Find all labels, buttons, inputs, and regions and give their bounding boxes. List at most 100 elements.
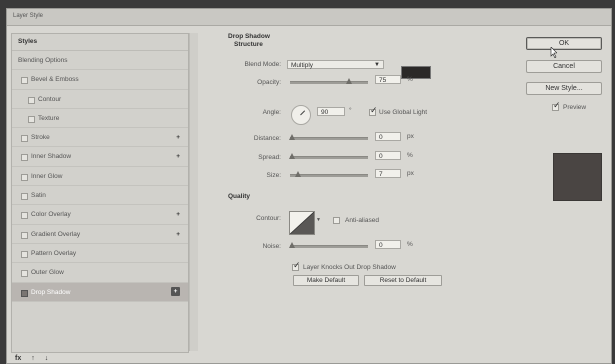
size-input[interactable]: 7 xyxy=(375,169,401,178)
knockout-label: Layer Knocks Out Drop Shadow xyxy=(303,264,396,271)
preview-label: Preview xyxy=(563,104,587,111)
anti-aliased-checkbox[interactable] xyxy=(333,217,340,224)
style-preview-thumbnail xyxy=(553,153,602,201)
distance-slider[interactable] xyxy=(289,134,368,140)
cancel-button[interactable]: Cancel xyxy=(526,60,602,73)
style-item-label: Inner Shadow xyxy=(31,153,72,161)
opacity-input[interactable]: 75 xyxy=(375,75,401,84)
move-down-icon[interactable]: ↓ xyxy=(45,355,49,363)
distance-input[interactable]: 0 xyxy=(375,132,401,141)
style-checkbox[interactable] xyxy=(21,135,28,143)
angle-input[interactable]: 90 xyxy=(317,107,345,116)
spread-label: Spread: xyxy=(258,154,281,161)
size-label: Size: xyxy=(266,172,281,179)
add-instance-icon[interactable]: + xyxy=(176,205,180,224)
section-title-drop-shadow: Drop Shadow xyxy=(228,33,270,40)
blend-mode-label: Blend Mode: xyxy=(244,61,282,68)
add-instance-icon[interactable]: + xyxy=(176,128,180,147)
style-item-label: Color Overlay xyxy=(31,211,71,219)
distance-label: Distance: xyxy=(253,135,281,142)
spread-slider[interactable] xyxy=(289,153,368,159)
style-item-outer-glow[interactable]: Outer Glow xyxy=(12,263,188,283)
opacity-unit: % xyxy=(407,76,413,83)
distance-unit: px xyxy=(407,133,414,140)
style-checkbox[interactable] xyxy=(21,77,28,85)
style-item-texture[interactable]: Texture xyxy=(12,109,188,129)
angle-dial[interactable] xyxy=(291,105,311,125)
opacity-slider[interactable] xyxy=(290,78,368,84)
style-item-pattern-overlay[interactable]: Pattern Overlay xyxy=(12,244,188,264)
style-item-inner-shadow[interactable]: Inner Shadow + xyxy=(12,147,188,167)
blend-mode-select[interactable]: Multiply ▼ xyxy=(287,60,384,69)
ok-button[interactable]: OK xyxy=(526,37,602,50)
size-unit: px xyxy=(407,170,414,177)
contour-curve-icon xyxy=(290,212,314,234)
style-item-label: Stroke xyxy=(31,134,50,142)
preview-checkbox[interactable] xyxy=(552,100,561,111)
style-checkbox[interactable] xyxy=(21,270,28,278)
noise-unit: % xyxy=(407,241,413,248)
style-checkbox[interactable] xyxy=(21,154,28,162)
style-checkbox[interactable] xyxy=(28,115,35,123)
make-default-button[interactable]: Make Default xyxy=(293,275,359,286)
add-instance-icon[interactable]: + xyxy=(171,286,180,296)
style-checkbox[interactable] xyxy=(21,173,28,181)
styles-list: Styles Blending Options Bevel & Emboss Con… xyxy=(11,33,189,353)
style-item-label: Bevel & Emboss xyxy=(31,76,79,84)
size-slider[interactable] xyxy=(290,171,368,177)
new-style-button[interactable]: New Style... xyxy=(526,82,602,95)
contour-chevron-icon[interactable]: ▼ xyxy=(316,217,321,223)
section-title-structure: Structure xyxy=(234,41,263,48)
noise-slider-knob[interactable] xyxy=(289,242,295,248)
move-up-icon[interactable]: ↑ xyxy=(31,355,35,363)
style-item-label: Texture xyxy=(38,114,60,122)
blend-mode-value: Multiply xyxy=(291,62,314,69)
anti-aliased-label: Anti-aliased xyxy=(345,217,379,224)
spread-input[interactable]: 0 xyxy=(375,151,401,160)
style-item-label: Satin xyxy=(31,192,46,200)
style-checkbox[interactable] xyxy=(21,231,28,239)
style-item-blending-options[interactable]: Blending Options xyxy=(12,51,188,71)
style-item-satin[interactable]: Satin xyxy=(12,186,188,206)
noise-slider[interactable] xyxy=(289,242,368,248)
shadow-color-swatch[interactable] xyxy=(401,66,431,79)
style-item-label: Drop Shadow xyxy=(31,288,71,296)
style-item-label: Contour xyxy=(38,95,62,103)
style-item-color-overlay[interactable]: Color Overlay + xyxy=(12,205,188,225)
contour-picker[interactable] xyxy=(289,211,315,235)
style-item-drop-shadow[interactable]: Drop Shadow + xyxy=(12,282,188,302)
contour-label: Contour: xyxy=(256,215,281,222)
style-checkbox[interactable] xyxy=(21,193,28,201)
add-instance-icon[interactable]: + xyxy=(176,147,180,166)
opacity-label: Opacity: xyxy=(257,79,281,86)
style-rows: Blending Options Bevel & Emboss Contour Tex… xyxy=(12,51,188,302)
style-item-label: Gradient Overlay xyxy=(31,230,81,238)
dialog-title: Layer Style xyxy=(13,13,44,19)
style-item-label: Pattern Overlay xyxy=(31,249,77,257)
style-checkbox[interactable] xyxy=(21,212,28,220)
style-item-inner-glow[interactable]: Inner Glow xyxy=(12,167,188,187)
section-title-quality: Quality xyxy=(228,193,251,200)
spread-slider-knob[interactable] xyxy=(289,153,295,159)
styles-header[interactable]: Styles xyxy=(12,34,188,51)
style-checkbox[interactable] xyxy=(21,289,28,297)
fx-icon[interactable]: fx xyxy=(15,355,21,363)
opacity-slider-knob[interactable] xyxy=(345,78,352,84)
size-slider-knob[interactable] xyxy=(295,171,301,177)
knockout-checkbox[interactable] xyxy=(292,260,301,271)
style-item-stroke[interactable]: Stroke + xyxy=(12,128,188,148)
style-checkbox[interactable] xyxy=(21,250,28,258)
reset-to-default-button[interactable]: Reset to Default xyxy=(364,275,442,286)
style-item-contour[interactable]: Contour xyxy=(12,90,188,109)
distance-slider-knob[interactable] xyxy=(289,134,295,140)
noise-input[interactable]: 0 xyxy=(375,240,401,249)
add-instance-icon[interactable]: + xyxy=(176,225,180,244)
use-global-light-checkbox[interactable] xyxy=(369,105,378,116)
style-item-bevel-emboss[interactable]: Bevel & Emboss xyxy=(12,70,188,90)
style-item-gradient-overlay[interactable]: Gradient Overlay + xyxy=(12,225,188,244)
chevron-down-icon: ▼ xyxy=(374,62,380,68)
layer-style-dialog: Layer Style Styles Blending Options Bevel… xyxy=(6,8,612,364)
styles-scrollbar[interactable] xyxy=(189,33,198,351)
degree-icon: ° xyxy=(349,107,352,114)
style-checkbox[interactable] xyxy=(28,96,35,104)
